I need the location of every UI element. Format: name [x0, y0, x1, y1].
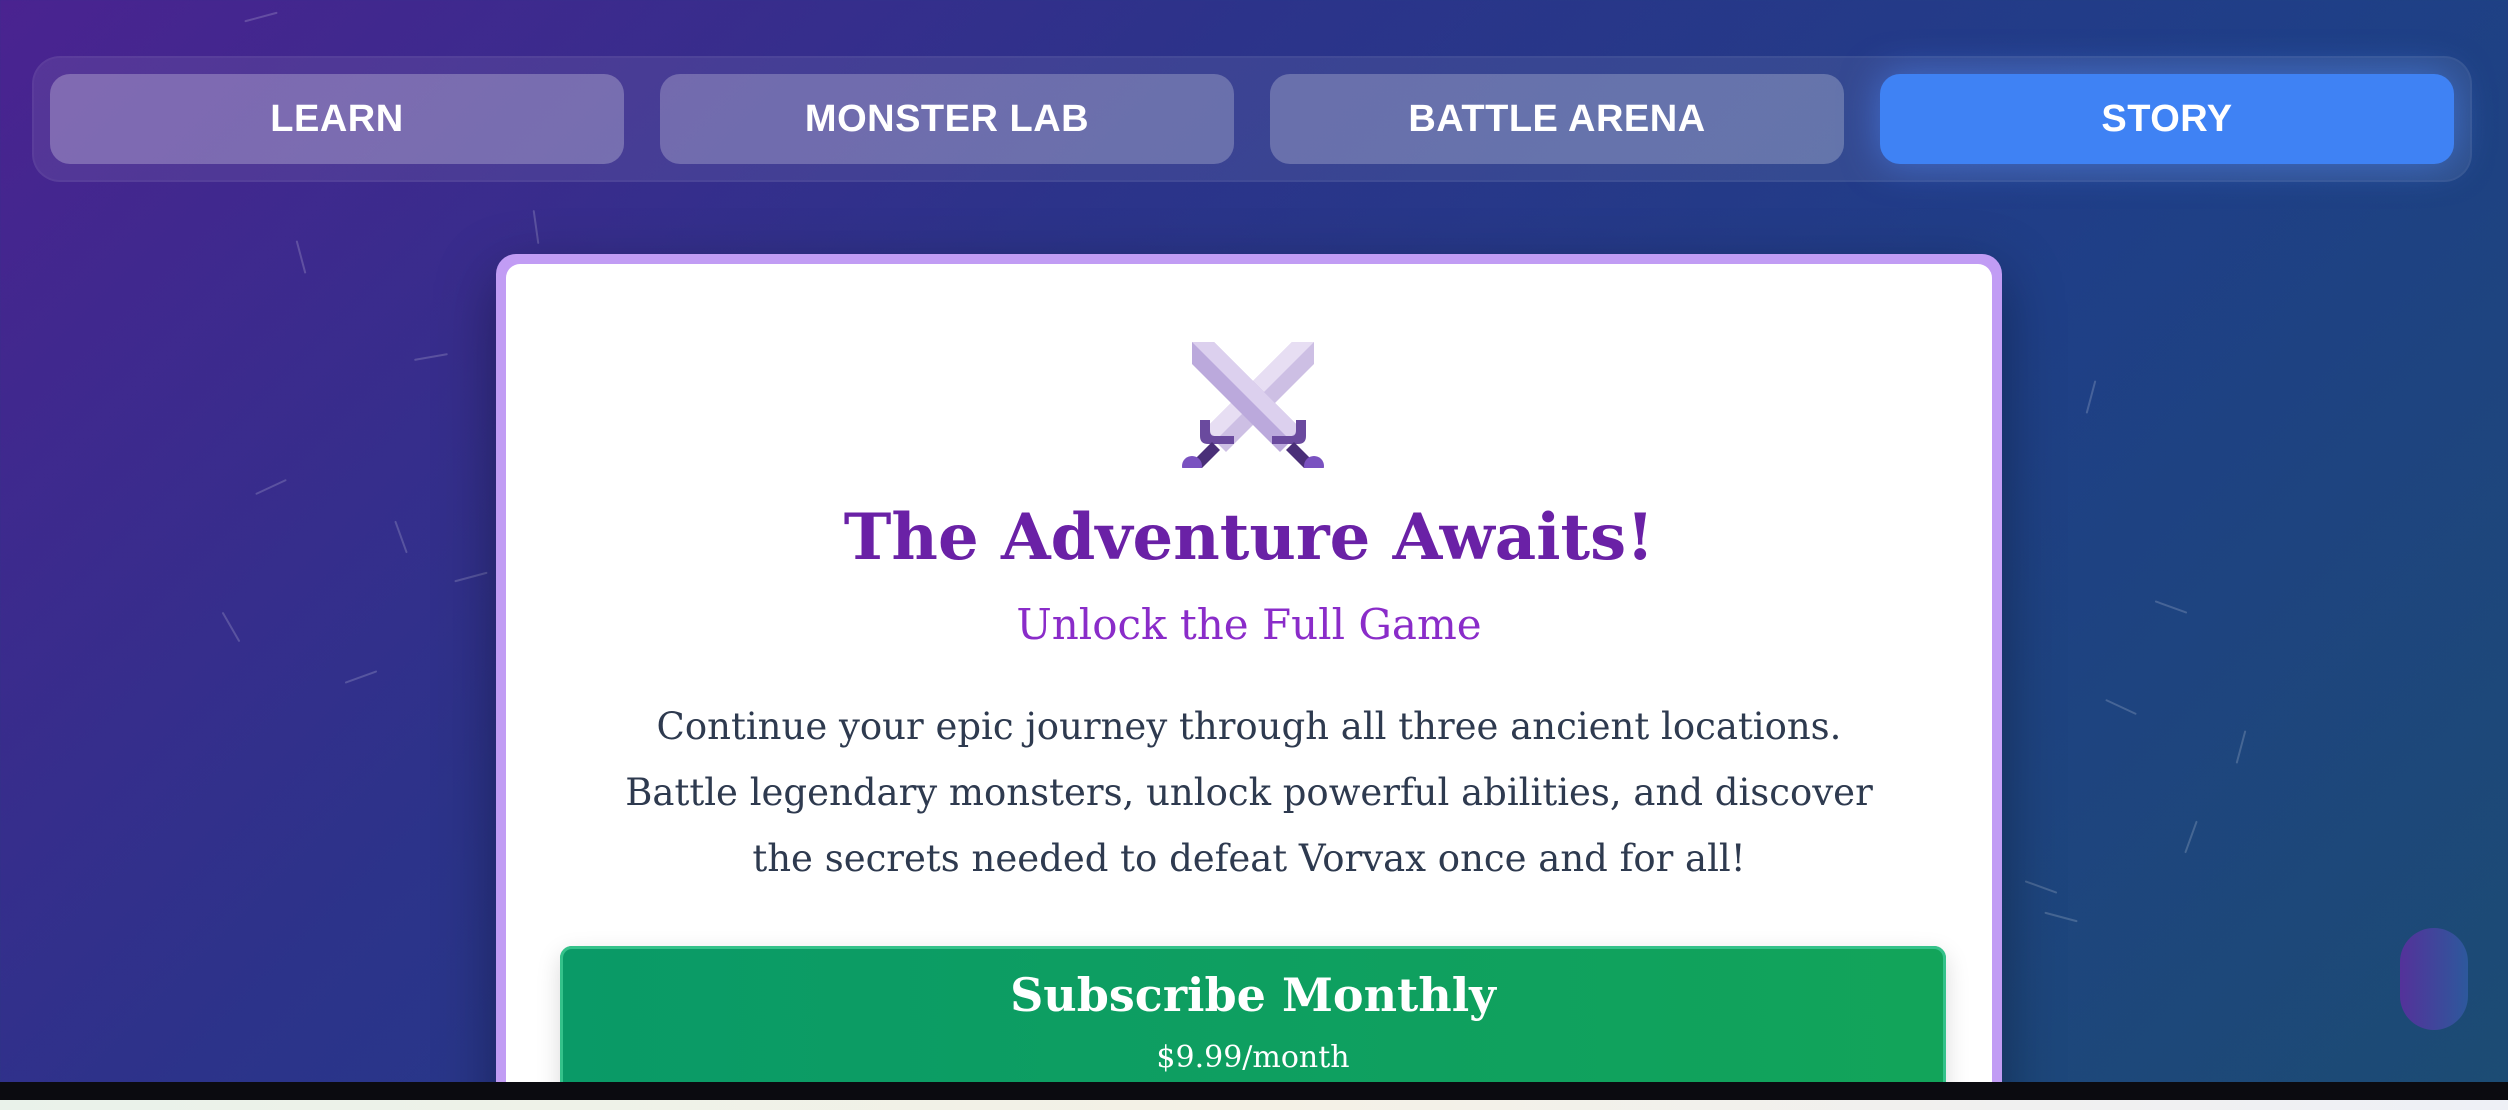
subscribe-price: $9.99/month — [1156, 1040, 1350, 1075]
subscribe-label: Subscribe Monthly — [1010, 968, 1496, 1022]
tab-battle-arena[interactable]: BATTLE ARENA — [1270, 74, 1844, 164]
card-body: The Adventure Awaits! Unlock the Full Ga… — [506, 264, 1992, 1110]
bottom-strip-highlight — [0, 1100, 2508, 1110]
unlock-game-card: The Adventure Awaits! Unlock the Full Ga… — [496, 254, 2002, 1110]
crossed-swords-icon — [1182, 342, 1324, 468]
tab-learn[interactable]: LEARN — [50, 74, 624, 164]
bottom-strip — [0, 1082, 2508, 1110]
floating-action-handle[interactable] — [2400, 928, 2468, 1030]
card-subtitle: Unlock the Full Game — [1016, 600, 1482, 649]
card-description: Continue your epic journey through all t… — [625, 705, 1873, 880]
tab-monster-lab[interactable]: MONSTER LAB — [660, 74, 1234, 164]
card-title: The Adventure Awaits! — [843, 500, 1655, 575]
tab-story[interactable]: STORY — [1880, 74, 2454, 164]
main-tab-bar: LEARN MONSTER LAB BATTLE ARENA STORY — [32, 56, 2472, 182]
